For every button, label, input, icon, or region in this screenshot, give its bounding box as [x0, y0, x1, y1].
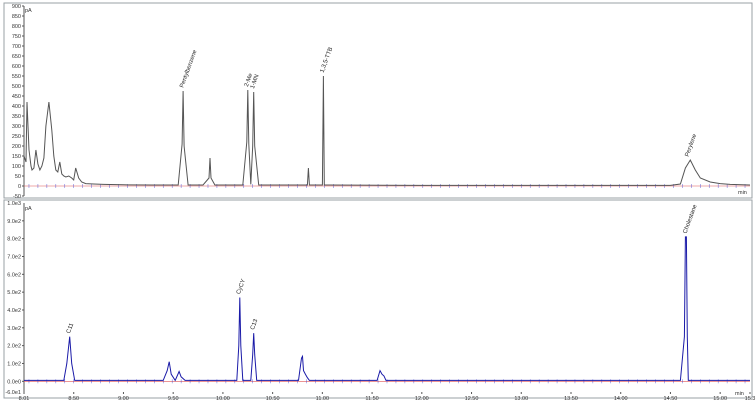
x-tick-label: 15.00: [713, 396, 727, 402]
top-panel-frame: [3, 2, 753, 199]
bottom-ylabel: pA: [25, 206, 32, 212]
top-ytick-label: 450: [12, 94, 21, 100]
x-tick-label: 15.3: [745, 396, 756, 402]
chromatogram-figure: -50 0 50 100 150 200 250 300 350 400 450 500 550 600 6…: [3, 2, 756, 402]
x-tick-label: 9.00: [118, 396, 129, 402]
bottom-ytick-label: 9.0e2: [7, 219, 21, 225]
top-ytick-label: 800: [12, 24, 21, 30]
x-tick-label: 14.00: [614, 396, 628, 402]
x-tick-label: 8.01: [19, 396, 30, 402]
x-tick-label: 8.50: [68, 396, 79, 402]
bottom-ytick-label: 6.0e2: [7, 272, 21, 278]
bottom-ytick-label: 1.0e3: [7, 201, 21, 207]
x-tick-label: 12.00: [415, 396, 429, 402]
top-ytick-label: 750: [12, 34, 21, 40]
top-ytick-label: 100: [12, 164, 21, 170]
x-tick-label: 11.00: [316, 396, 329, 402]
x-tick-label: 12.50: [465, 396, 479, 402]
x-tick-label: 9.50: [168, 396, 179, 402]
top-ytick-label: -50: [13, 194, 21, 200]
bottom-ytick-label: 8.0e2: [7, 237, 21, 243]
top-xlabel: min: [738, 190, 747, 196]
top-ytick-label: 500: [12, 84, 21, 90]
top-ytick-label: 150: [12, 154, 21, 160]
x-tick-label: 14.50: [664, 396, 678, 402]
top-ytick-label: 400: [12, 104, 21, 110]
bottom-ytick-label: 5.0e2: [7, 290, 21, 296]
x-tick-label: 10.00: [216, 396, 230, 402]
top-ytick-label: 550: [12, 74, 21, 80]
top-ytick-label: 250: [12, 134, 21, 140]
x-tick-label: 10.50: [266, 396, 280, 402]
x-tick-label: 11.50: [365, 396, 378, 402]
top-ytick-label: 650: [12, 54, 21, 60]
x-tick-label: 13.00: [514, 396, 528, 402]
top-ytick-label: 200: [12, 144, 21, 150]
x-tick-label: 13.50: [564, 396, 578, 402]
bottom-ytick-label: 1.0e2: [7, 361, 21, 367]
top-ytick-label: 600: [12, 64, 21, 70]
top-ytick-label: 300: [12, 124, 21, 130]
bottom-ytick-label: 0.0e0: [7, 379, 21, 385]
top-ytick-label: 0: [18, 184, 21, 190]
bottom-ytick-label: 4.0e2: [7, 308, 21, 314]
top-ytick-label: 900: [12, 4, 21, 10]
bottom-ytick-label: 7.0e2: [7, 254, 21, 260]
top-ytick-label: 850: [12, 14, 21, 20]
top-ytick-label: 700: [12, 44, 21, 50]
bottom-panel-frame: [3, 199, 753, 399]
top-ytick-label: 50: [15, 174, 21, 180]
bottom-ytick-label: 2.0e2: [7, 344, 21, 350]
bottom-ytick-label: 3.0e2: [7, 326, 21, 332]
top-ylabel: pA: [25, 8, 32, 14]
top-ytick-label: 350: [12, 114, 21, 120]
bottom-xlabel: min: [735, 391, 744, 397]
